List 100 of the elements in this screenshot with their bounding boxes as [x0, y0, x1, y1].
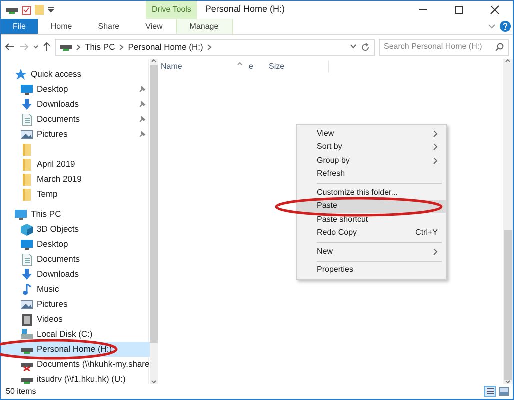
address-bar[interactable]: This PC Personal Home (H:): [55, 38, 375, 56]
column-header[interactable]: e: [249, 61, 269, 73]
item-label: Documents: [37, 113, 80, 126]
chevron-right-icon: [76, 44, 81, 50]
item-label: March 2019: [37, 173, 82, 186]
back-arrow-icon[interactable]: [5, 43, 15, 51]
item-label: Documents (\\hkuhk-my.share: [37, 358, 150, 371]
item-label: Downloads: [37, 268, 80, 281]
caret-up-icon[interactable]: [150, 59, 157, 63]
item-label: Desktop: [37, 238, 68, 251]
caret-icon[interactable]: [350, 44, 357, 50]
menu-item[interactable]: View: [297, 127, 446, 140]
star-icon: [15, 68, 27, 80]
computer-icon: [15, 208, 27, 220]
nav-item[interactable]: Music: [1, 282, 150, 297]
down-arrow-icon: [21, 98, 33, 110]
menu-item[interactable]: Sort by: [297, 140, 446, 154]
chevron-icon[interactable]: [488, 24, 496, 30]
up-arrow-icon[interactable]: [43, 42, 51, 52]
music-note-icon: [21, 284, 33, 296]
help-icon[interactable]: [500, 21, 511, 32]
nav-item[interactable]: Pictures: [1, 127, 150, 142]
drive-icon[interactable]: [6, 5, 18, 15]
breadcrumb[interactable]: Personal Home (H:): [128, 40, 204, 54]
nav-item[interactable]: Documents: [1, 112, 150, 127]
nav-item[interactable]: Downloads: [1, 267, 150, 282]
search-icon[interactable]: [495, 42, 504, 52]
item-label: Music: [37, 283, 60, 296]
item-count: 50 items: [6, 386, 36, 398]
caret-icon[interactable]: [48, 7, 54, 13]
picture-icon: [21, 128, 33, 140]
column-header[interactable]: Name: [149, 61, 249, 73]
nav-item[interactable]: Downloads: [1, 97, 150, 112]
nav-item[interactable]: itsudrv (\\f1.hku.hk) (U:): [1, 372, 150, 387]
nav-item[interactable]: Desktop: [1, 237, 150, 252]
nav-item[interactable]: Temp: [1, 187, 150, 202]
menu-item[interactable]: Customize this folder...: [297, 186, 446, 200]
item-label: April 2019: [37, 158, 76, 171]
nav-item[interactable]: Local Disk (C:): [1, 327, 150, 342]
folder-icon: [21, 158, 33, 170]
pin-icon[interactable]: [138, 116, 146, 123]
nav-item[interactable]: April 2019: [1, 157, 150, 172]
file-tab[interactable]: File: [1, 19, 38, 34]
scrollbar[interactable]: [150, 59, 158, 384]
nav-item[interactable]: Pictures: [1, 297, 150, 312]
pin-icon[interactable]: [138, 101, 146, 108]
pin-icon[interactable]: [138, 86, 146, 93]
nav-item[interactable]: Documents (\\hkuhk-my.share: [1, 357, 150, 372]
item-label: Quick access: [31, 68, 82, 81]
folder-icon: [21, 144, 33, 156]
nav-item[interactable]: March 2019: [1, 172, 150, 187]
details-view-icon[interactable]: [484, 386, 496, 397]
context-tab-group: Drive Tools: [146, 1, 198, 19]
item-label: itsudrv (\\f1.hku.hk) (U:): [37, 373, 126, 386]
scrollbar[interactable]: [503, 59, 513, 384]
pin-icon[interactable]: [138, 131, 146, 138]
chevron-right-icon: [207, 44, 212, 50]
menu-item[interactable]: New: [297, 245, 446, 258]
folder-icon: [21, 174, 33, 186]
nav-item[interactable]: Documents: [1, 252, 150, 267]
menu-item[interactable]: Group by: [297, 154, 446, 168]
ribbon-tab[interactable]: View: [132, 19, 176, 34]
maximize-icon[interactable]: [453, 4, 465, 16]
monitor-icon: [21, 84, 33, 96]
breadcrumb[interactable]: This PC: [85, 40, 116, 54]
ribbon-tab[interactable]: Manage: [176, 19, 233, 34]
item-label: Temp: [37, 188, 58, 201]
menu-item[interactable]: Redo Copy Ctrl+Y: [297, 226, 446, 240]
item-label: Downloads: [37, 98, 80, 111]
caret-icon[interactable]: [33, 44, 39, 50]
thumbnail-view-icon[interactable]: [498, 386, 510, 397]
column-header[interactable]: Size: [269, 61, 329, 73]
nav-item[interactable]: Desktop: [1, 82, 150, 97]
chevron-right-icon: [433, 248, 438, 256]
ribbon-tab[interactable]: Share: [85, 19, 133, 34]
ribbon-tab[interactable]: Home: [38, 19, 86, 34]
search-field[interactable]: Search Personal Home (H:): [379, 38, 509, 56]
film-icon: [21, 314, 33, 326]
disk-icon: [21, 328, 33, 340]
refresh-icon[interactable]: [361, 42, 370, 52]
window-title: Personal Home (H:): [204, 3, 286, 16]
menu-item[interactable]: Refresh: [297, 168, 446, 181]
menu-item[interactable]: Properties: [297, 264, 446, 277]
down-arrow-icon: [21, 268, 33, 280]
item-label: Local Disk (C:): [37, 328, 93, 341]
item-label: Videos: [37, 313, 63, 326]
nav-item[interactable]: This PC: [1, 207, 150, 222]
nav-item[interactable]: Videos: [1, 312, 150, 327]
caret-up-icon[interactable]: [505, 59, 511, 63]
cube-icon: [21, 224, 33, 236]
checkbox-icon[interactable]: [22, 6, 31, 14]
monitor-icon: [21, 238, 33, 250]
nav-item[interactable]: Quick access: [1, 67, 150, 82]
folder-icon: [21, 188, 33, 200]
item-label: Pictures: [37, 128, 68, 141]
caret-down-icon[interactable]: [150, 380, 157, 384]
close-icon[interactable]: [489, 4, 501, 16]
menu-item[interactable]: Paste shortcut: [297, 213, 446, 226]
caret-down-icon[interactable]: [505, 380, 511, 384]
nav-item[interactable]: 3D Objects: [1, 222, 150, 237]
